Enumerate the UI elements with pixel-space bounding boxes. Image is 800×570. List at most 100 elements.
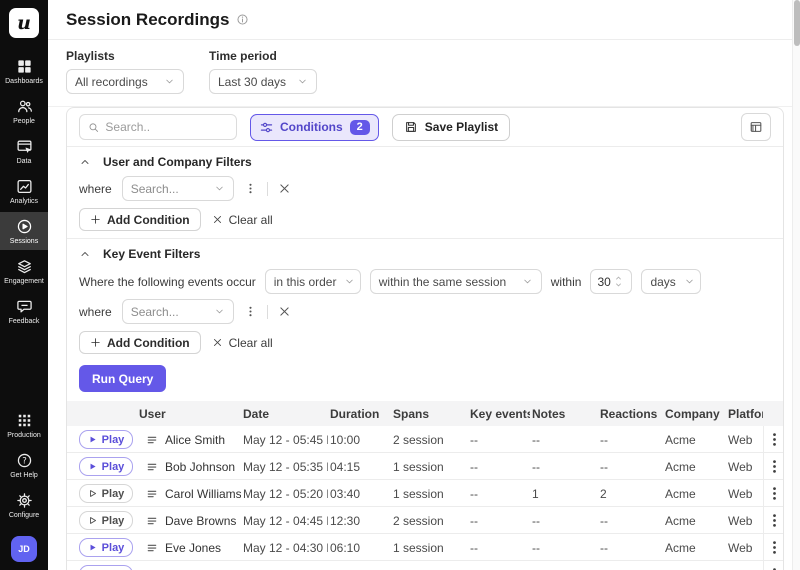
sidebar-item-configure[interactable]: Configure [0, 486, 48, 524]
column-header-user[interactable]: User [137, 407, 241, 421]
info-icon[interactable] [236, 13, 249, 26]
sidebar-nav-top: DashboardsPeopleDataAnalyticsSessions Eng… [0, 52, 48, 332]
chevron-up-icon [79, 156, 91, 168]
playlists-select[interactable]: All recordings [66, 69, 184, 94]
playlists-filter-group: Playlists All recordings [66, 49, 184, 94]
sidebar-item-get-help[interactable]: ?Get Help [0, 446, 48, 484]
cell-user[interactable]: Alice Smith [137, 433, 241, 447]
column-header-date[interactable]: Date [241, 407, 328, 421]
cell-spans: 2 session [391, 433, 468, 447]
table-columns-icon [749, 120, 763, 134]
condition-menu-icon[interactable] [244, 182, 257, 195]
sidebar-item-production[interactable]: Production [0, 406, 48, 444]
sidebar-item-sessions[interactable]: Sessions [0, 212, 48, 250]
event-scope-select[interactable]: within the same session [370, 269, 542, 294]
play-button[interactable]: Play [79, 484, 133, 503]
cell-key-events: -- [468, 433, 530, 447]
conditions-button[interactable]: Conditions 2 [250, 114, 379, 141]
cell-platform: Web [726, 433, 763, 447]
play-button[interactable]: Play [79, 430, 133, 449]
playlists-label: Playlists [66, 49, 184, 63]
condition-select[interactable]: Search... [122, 299, 234, 324]
row-menu-button[interactable] [763, 534, 783, 561]
table-header-row: UserDateDurationSpansKey eventsNotesReac… [67, 401, 783, 426]
play-button[interactable]: Play [79, 457, 133, 476]
section-title: User and Company Filters [103, 155, 252, 169]
app-logo[interactable]: u [9, 8, 39, 38]
search-input[interactable] [105, 120, 228, 134]
stepper-down-icon[interactable] [615, 282, 622, 288]
data-icon [16, 138, 33, 155]
time-unit-select[interactable]: days [641, 269, 701, 294]
column-header-key-events[interactable]: Key events [468, 407, 530, 421]
cell-user[interactable]: Eve Jones [137, 541, 241, 555]
clear-all-button[interactable]: Clear all [212, 213, 273, 227]
column-header-company[interactable]: Company [663, 407, 726, 421]
row-menu-button[interactable] [763, 453, 783, 480]
play-button[interactable]: Play [79, 538, 133, 557]
svg-text:?: ? [22, 457, 27, 467]
page-scrollbar[interactable] [792, 0, 800, 570]
key-event-filters-header[interactable]: Key Event Filters [79, 244, 771, 264]
event-order-select[interactable]: in this order [265, 269, 361, 294]
play-filled-icon [88, 543, 97, 552]
sidebar-item-people[interactable]: People [0, 92, 48, 130]
add-condition-button[interactable]: Add Condition [79, 208, 201, 231]
condition-menu-icon[interactable] [244, 305, 257, 318]
condition-select[interactable]: Search... [122, 176, 234, 201]
cell-key-events: -- [468, 460, 530, 474]
cell-company: Acme [663, 541, 726, 555]
cell-user[interactable]: Bob Johnson [137, 460, 241, 474]
time-period-select[interactable]: Last 30 days [209, 69, 317, 94]
sidebar-item-engagement[interactable]: Engagement [0, 252, 48, 290]
column-header-notes[interactable]: Notes [530, 407, 598, 421]
table-row: Play Frank Garcia May 12 - 04:20 PM 05:4… [67, 561, 783, 570]
stepper-up-icon[interactable] [615, 275, 622, 281]
scrollbar-thumb[interactable] [794, 0, 800, 46]
time-period-label: Time period [209, 49, 317, 63]
run-query-row: Run Query [67, 361, 783, 401]
cell-duration: 12:30 [328, 514, 391, 528]
cell-user[interactable]: Carol Williams [137, 487, 241, 501]
recordings-panel: Conditions 2 Save Playlist User and Comp… [66, 107, 784, 570]
sidebar-item-dashboards[interactable]: Dashboards [0, 52, 48, 90]
column-header-platform[interactable]: Platform [726, 407, 763, 421]
time-period-value: Last 30 days [218, 75, 286, 89]
column-header-duration[interactable]: Duration [328, 407, 391, 421]
sidebar-item-label: Engagement [4, 278, 44, 285]
clear-all-button[interactable]: Clear all [212, 336, 273, 350]
playlists-value: All recordings [75, 75, 148, 89]
play-button[interactable]: Play [79, 511, 133, 530]
row-menu-button[interactable] [763, 561, 783, 570]
add-condition-button[interactable]: Add Condition [79, 331, 201, 354]
user-company-filters-header[interactable]: User and Company Filters [79, 152, 771, 172]
recordings-table: UserDateDurationSpansKey eventsNotesReac… [67, 401, 783, 570]
manage-columns-button[interactable] [741, 113, 771, 141]
chevron-up-icon [79, 248, 91, 260]
sidebar-item-label: Production [7, 432, 40, 439]
user-name: Alice Smith [165, 433, 225, 447]
remove-condition-icon[interactable] [278, 182, 291, 195]
column-header-reactions[interactable]: Reactions [598, 407, 663, 421]
remove-condition-icon[interactable] [278, 305, 291, 318]
user-avatar[interactable]: JD [11, 536, 37, 562]
cell-reactions: -- [598, 514, 663, 528]
save-playlist-button[interactable]: Save Playlist [392, 114, 510, 141]
row-menu-button[interactable] [763, 426, 783, 453]
within-days-input[interactable] [597, 275, 615, 289]
cell-user[interactable]: Dave Browns [137, 514, 241, 528]
chevron-down-icon [214, 183, 225, 194]
cell-company: Acme [663, 433, 726, 447]
session-list-icon [146, 542, 158, 554]
cell-notes: 1 [530, 487, 598, 501]
session-list-icon [146, 461, 158, 473]
sidebar-item-analytics[interactable]: Analytics [0, 172, 48, 210]
row-menu-button[interactable] [763, 480, 783, 507]
sidebar-item-feedback[interactable]: Feedback [0, 292, 48, 330]
row-menu-button[interactable] [763, 507, 783, 534]
column-header-spans[interactable]: Spans [391, 407, 468, 421]
play-button[interactable]: Play [79, 565, 133, 570]
sidebar-item-data[interactable]: Data [0, 132, 48, 170]
section-title: Key Event Filters [103, 247, 200, 261]
run-query-button[interactable]: Run Query [79, 365, 166, 392]
